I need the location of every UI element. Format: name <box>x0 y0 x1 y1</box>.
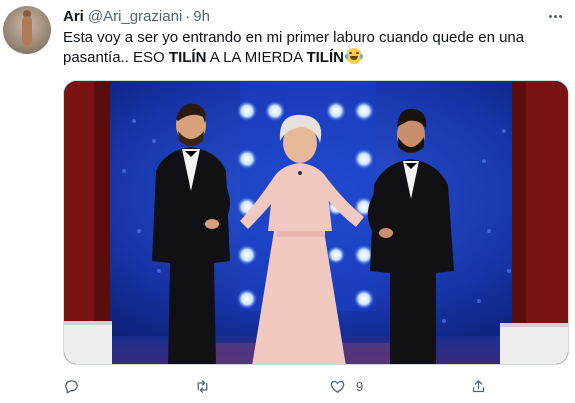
tweet-text-bold2: TILÍN <box>306 49 344 66</box>
tweet-header: Ari @Ari_graziani · 9h <box>63 6 210 26</box>
photo-illustration <box>64 81 568 364</box>
user-avatar[interactable] <box>3 6 51 54</box>
face-with-tears-of-joy-icon <box>344 48 363 64</box>
share-icon <box>472 379 485 392</box>
tweet-timestamp[interactable]: 9h <box>193 8 210 25</box>
tweet-text-part2: A LA MIERDA <box>206 49 307 66</box>
tweet-text-part1: pasantía.. ESO <box>63 49 169 66</box>
tweet-text-bold1: TILÍN <box>168 49 207 66</box>
reply-button[interactable] <box>63 376 80 396</box>
like-button[interactable]: 9 <box>329 376 363 396</box>
reply-icon <box>65 379 78 394</box>
separator-dot: · <box>185 7 191 25</box>
tweet-photo[interactable] <box>63 80 569 365</box>
tweet-text-line1: Esta voy a ser yo entrando en mi primer … <box>63 29 525 46</box>
more-icon[interactable] <box>545 8 565 24</box>
display-name[interactable]: Ari <box>63 8 84 25</box>
retweet-icon <box>197 379 208 393</box>
avatar-body <box>22 16 32 46</box>
like-count: 9 <box>356 378 364 394</box>
tweet-text: Esta voy a ser yo entrando en mi primer … <box>63 28 563 68</box>
tweet-actions: 9 <box>63 376 563 398</box>
like-icon <box>330 380 345 393</box>
user-handle[interactable]: @Ari_graziani <box>88 8 182 25</box>
share-button[interactable] <box>470 376 487 396</box>
retweet-button[interactable] <box>194 376 211 396</box>
